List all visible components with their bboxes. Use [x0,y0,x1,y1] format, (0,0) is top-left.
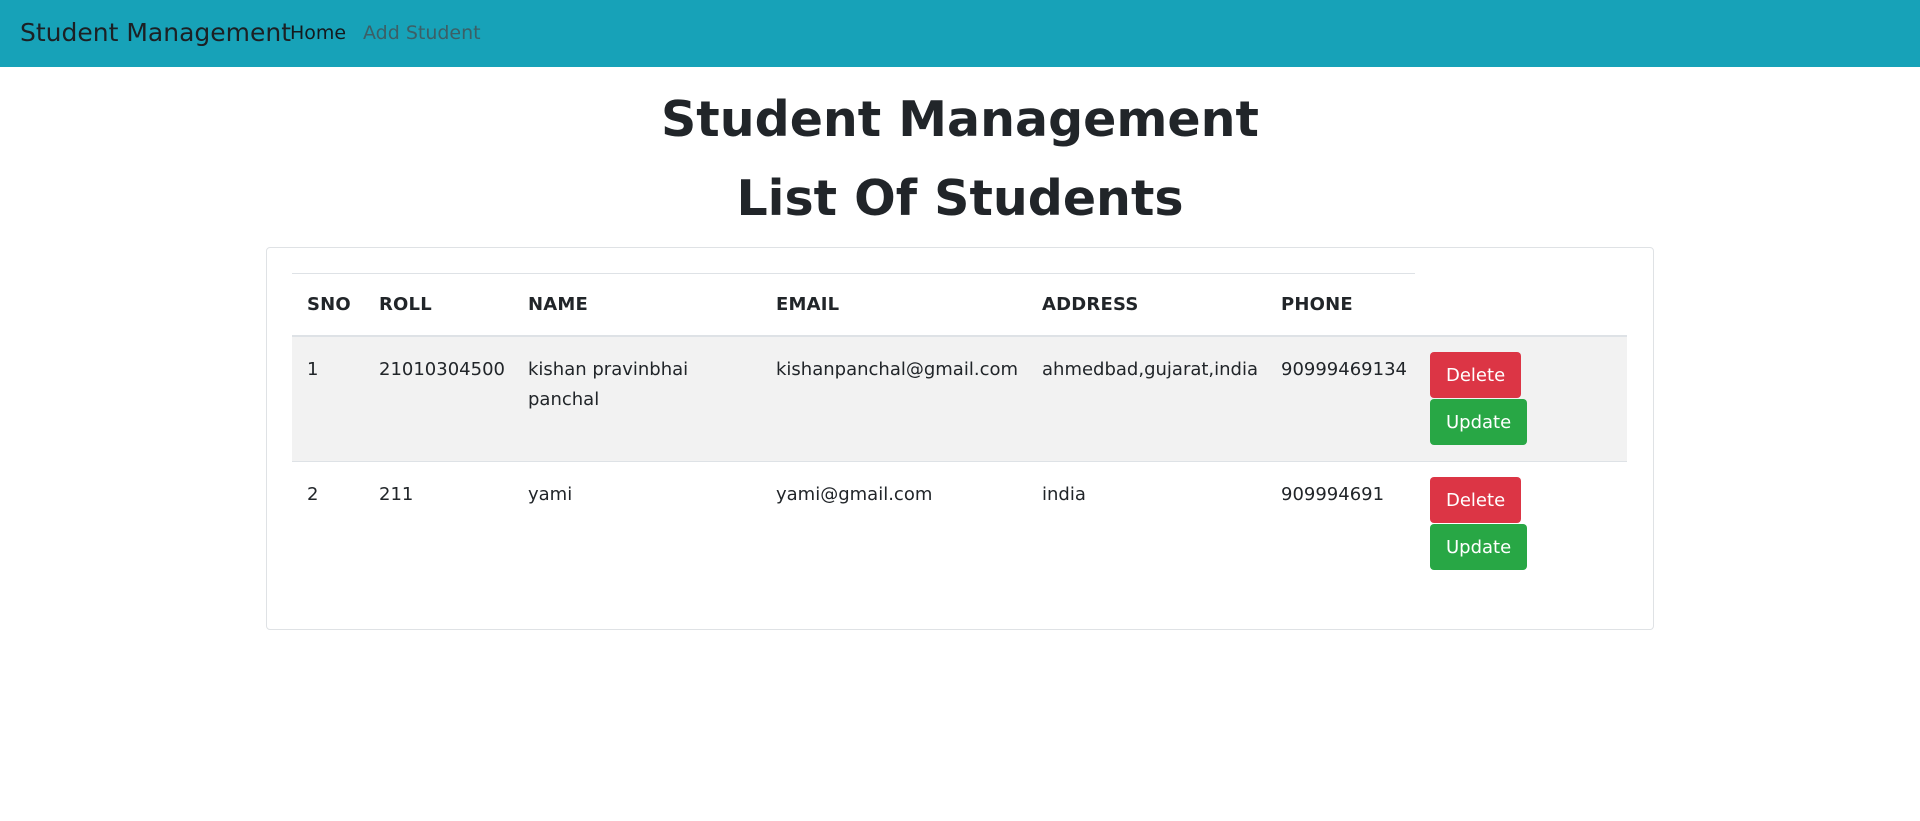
cell-sno: 1 [292,336,364,462]
cell-roll: 211 [364,461,513,587]
navbar: Student Management Home Add Student [0,0,1920,67]
students-card: SNO ROLL NAME EMAIL ADDRESS PHONE 1 2101… [266,247,1654,630]
page-title: Student Management [661,91,1259,148]
cell-address: india [1027,461,1266,587]
update-button[interactable]: Update [1430,399,1528,445]
update-button[interactable]: Update [1430,524,1528,570]
cell-name: yami [513,461,761,587]
delete-button[interactable]: Delete [1430,477,1522,523]
page-subtitle: List Of Students [736,170,1184,227]
cell-actions: Delete Update [1415,461,1627,587]
nav-link-home[interactable]: Home [290,22,346,44]
header-email: EMAIL [761,273,1027,337]
table-row: 2 211 yami yami@gmail.com india 90999469… [292,461,1627,587]
table-row: 1 21010304500 kishan pravinbhai panchal … [292,336,1627,462]
navbar-brand[interactable]: Student Management [20,19,291,47]
nav-link-add-student[interactable]: Add Student [363,22,481,44]
cell-email: yami@gmail.com [761,461,1027,587]
table-header-row: SNO ROLL NAME EMAIL ADDRESS PHONE [292,273,1627,337]
header-address: ADDRESS [1027,273,1266,337]
header-phone: PHONE [1266,273,1415,337]
cell-phone: 909994691 [1266,461,1415,587]
cell-roll: 21010304500 [364,336,513,462]
cell-sno: 2 [292,461,364,587]
students-table: SNO ROLL NAME EMAIL ADDRESS PHONE 1 2101… [292,273,1627,587]
header-sno: SNO [292,273,364,337]
header-roll: ROLL [364,273,513,337]
cell-name: kishan pravinbhai panchal [513,336,761,462]
header-name: NAME [513,273,761,337]
cell-actions: Delete Update [1415,336,1627,462]
delete-button[interactable]: Delete [1430,352,1522,398]
cell-address: ahmedbad,gujarat,india [1027,336,1266,462]
cell-email: kishanpanchal@gmail.com [761,336,1027,462]
header-actions [1415,273,1627,337]
cell-phone: 90999469134 [1266,336,1415,462]
